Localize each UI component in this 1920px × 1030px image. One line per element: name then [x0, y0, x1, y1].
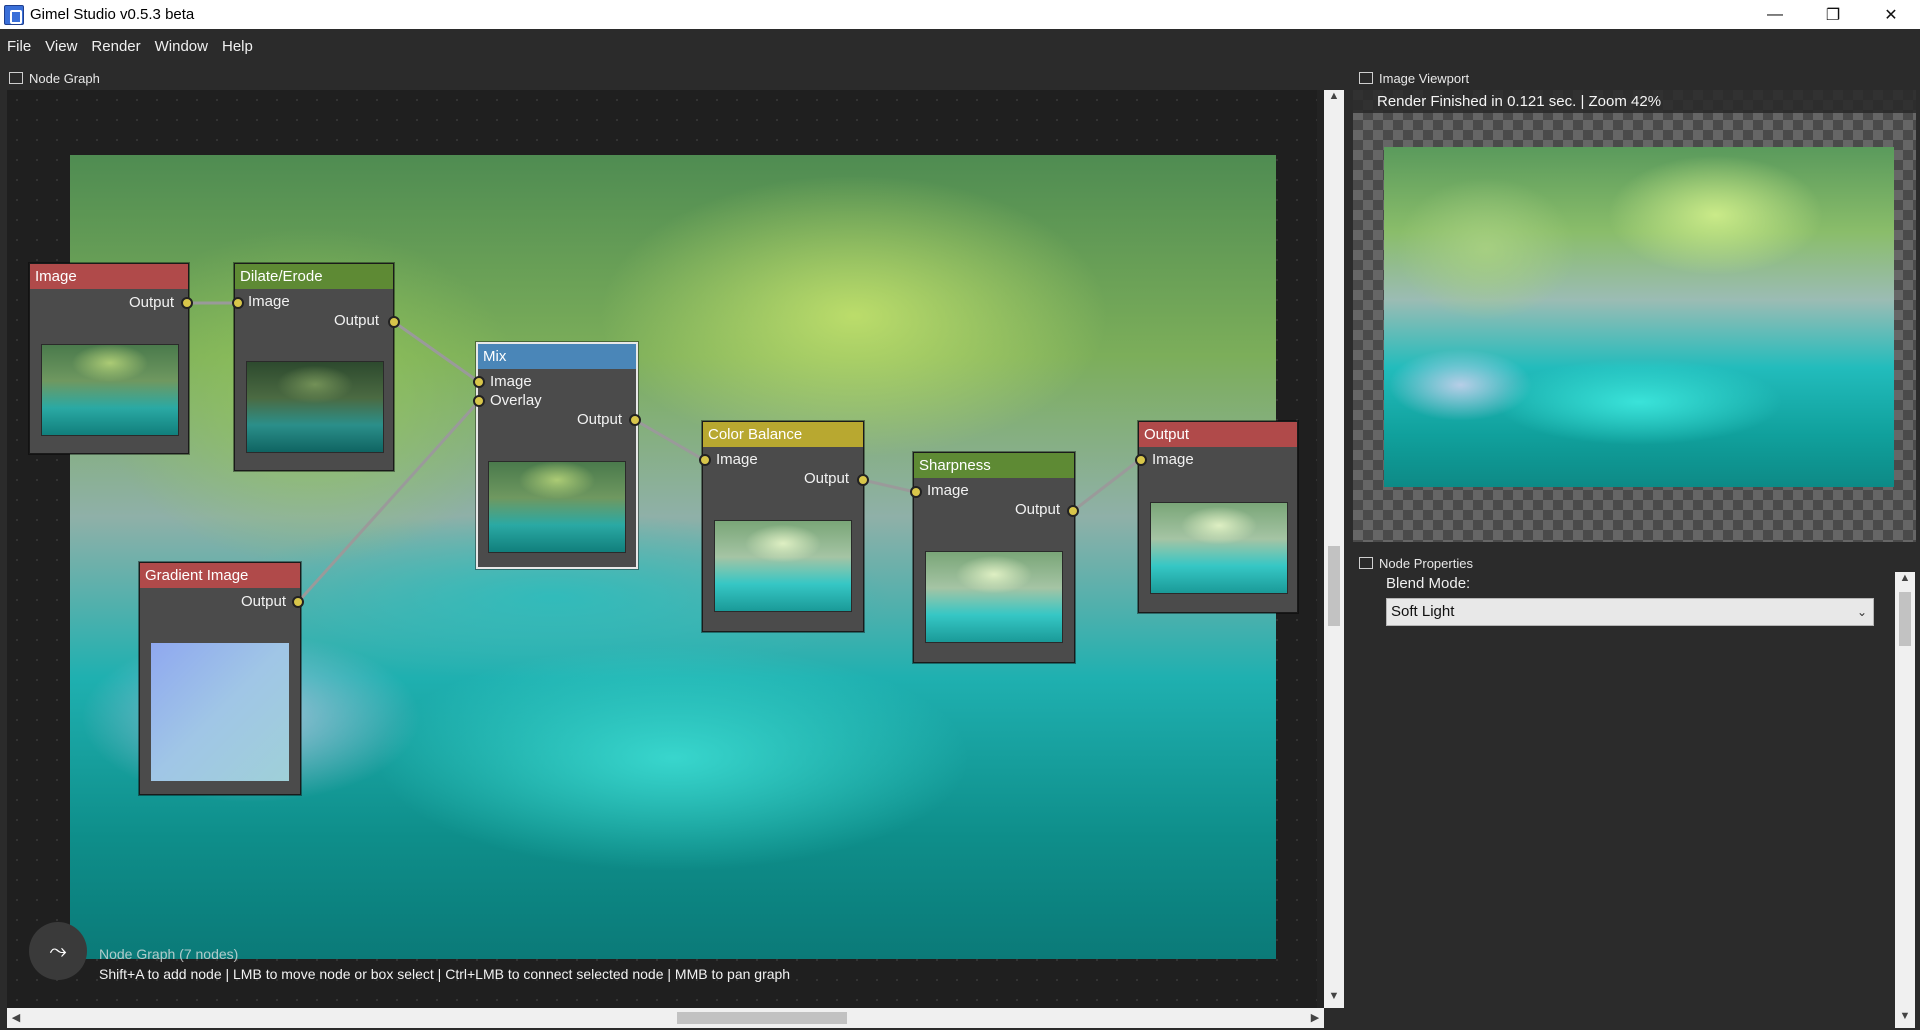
node-colorbalance-output-socket[interactable]: [857, 474, 869, 486]
node-colorbalance-preview: [714, 520, 852, 612]
node-gradient-title: Gradient Image: [140, 563, 300, 588]
menu-file[interactable]: File: [0, 38, 38, 55]
node-dilate-input-socket[interactable]: [232, 297, 244, 309]
node-connections: [187, 301, 1139, 604]
maximize-button[interactable]: ❐: [1804, 0, 1862, 29]
node-properties-panel: Blend Mode: Soft Light ⌄: [1353, 570, 1920, 1030]
blend-mode-label: Blend Mode:: [1386, 575, 1471, 592]
node-graph-hud-icon: ⤳: [29, 922, 87, 980]
rendered-image: [1384, 147, 1894, 487]
node-mix-preview: [488, 461, 626, 553]
node-dilate-output-label: Output: [333, 312, 379, 329]
node-output-title: Output: [1139, 422, 1297, 447]
node-gradient-output-socket[interactable]: [292, 596, 304, 608]
menu-bar: File View Render Window Help: [0, 29, 1920, 64]
render-status: Render Finished in 0.121 sec. | Zoom 42%: [1353, 90, 1916, 113]
node-mix-title: Mix: [478, 344, 636, 369]
node-mix-input-image-label: Image: [490, 373, 532, 390]
node-mix-output-socket[interactable]: [629, 414, 641, 426]
node-gradient-preview: [151, 643, 289, 781]
close-button[interactable]: ✕: [1862, 0, 1920, 29]
node-graph-title: Node Graph: [29, 70, 100, 86]
properties-vertical-scrollbar[interactable]: ▲ ▼: [1895, 572, 1915, 1028]
graph-horizontal-scroll-thumb[interactable]: [677, 1012, 847, 1024]
node-mix-image-socket[interactable]: [473, 376, 485, 388]
node-graph-header: Node Graph: [9, 66, 100, 90]
node-gradient-image[interactable]: Gradient Image Output: [139, 562, 301, 795]
node-graph-canvas[interactable]: Image Output Dilate/Erode Image Output G…: [7, 90, 1317, 1008]
menu-help[interactable]: Help: [215, 38, 260, 55]
graph-vertical-scroll-thumb[interactable]: [1328, 546, 1340, 626]
scroll-right-arrow-icon[interactable]: ▶: [1306, 1008, 1324, 1028]
node-sharpness-input-label: Image: [927, 482, 969, 499]
scroll-left-arrow-icon[interactable]: ◀: [7, 1008, 25, 1028]
image-viewport-title: Image Viewport: [1379, 70, 1470, 86]
node-dilate-output-socket[interactable]: [388, 316, 400, 328]
node-sharpness[interactable]: Sharpness Image Output: [913, 452, 1075, 663]
node-colorbalance-output-label: Output: [803, 470, 849, 487]
node-gradient-output-label: Output: [240, 593, 286, 610]
graph-horizontal-scrollbar[interactable]: ◀ ▶: [7, 1008, 1324, 1028]
node-colorbalance-input-label: Image: [716, 451, 758, 468]
blend-mode-select[interactable]: Soft Light ⌄: [1386, 598, 1874, 626]
node-dilate-title: Dilate/Erode: [235, 264, 393, 289]
node-color-balance[interactable]: Color Balance Image Output: [702, 421, 864, 632]
menu-render[interactable]: Render: [84, 38, 147, 55]
node-dilate-input-label: Image: [248, 293, 290, 310]
image-viewport[interactable]: Render Finished in 0.121 sec. | Zoom 42%: [1353, 90, 1916, 542]
node-mix-input-overlay-label: Overlay: [490, 392, 542, 409]
node-output-preview: [1150, 502, 1288, 594]
scroll-up-arrow-icon[interactable]: ▲: [1324, 90, 1344, 108]
node-sharpness-input-socket[interactable]: [910, 486, 922, 498]
node-image-preview: [41, 344, 179, 436]
wire-colorbalance-sharpness: [862, 478, 916, 494]
image-viewport-icon: [1359, 72, 1373, 84]
node-mix-output-label: Output: [576, 411, 622, 428]
node-sharpness-preview: [925, 551, 1063, 643]
chevron-down-icon: ⌄: [1856, 605, 1867, 619]
wire-dilate-mix: [393, 320, 480, 384]
wire-mix-colorbalance: [634, 418, 705, 462]
node-image[interactable]: Image Output: [29, 263, 189, 454]
node-output-input-label: Image: [1152, 451, 1194, 468]
props-vertical-scroll-thumb[interactable]: [1899, 592, 1911, 646]
node-properties-icon: [1359, 557, 1373, 569]
node-image-title: Image: [30, 264, 188, 289]
node-graph-panel: Image Output Dilate/Erode Image Output G…: [7, 90, 1344, 1028]
node-graph-help: Shift+A to add node | LMB to move node o…: [99, 966, 791, 982]
node-dilate-erode[interactable]: Dilate/Erode Image Output: [234, 263, 394, 471]
node-graph-count: Node Graph (7 nodes): [99, 946, 239, 962]
app-icon: [4, 4, 24, 25]
scroll-down-arrow-icon[interactable]: ▼: [1324, 990, 1344, 1008]
wire-sharpness-output: [1072, 459, 1139, 513]
menu-view[interactable]: View: [38, 38, 84, 55]
node-colorbalance-input-socket[interactable]: [699, 454, 711, 466]
node-mix-overlay-socket[interactable]: [473, 395, 485, 407]
props-scroll-down-arrow-icon[interactable]: ▼: [1895, 1010, 1915, 1028]
title-bar: Gimel Studio v0.5.3 beta — ❐ ✕: [0, 0, 1920, 29]
node-dilate-preview: [246, 361, 384, 453]
node-image-output-socket[interactable]: [181, 297, 193, 309]
node-graph-icon: [9, 72, 23, 84]
window-title: Gimel Studio v0.5.3 beta: [30, 6, 195, 23]
image-viewport-header: Image Viewport: [1359, 66, 1469, 90]
node-image-output-label: Output: [128, 294, 174, 311]
node-properties-title: Node Properties: [1379, 555, 1473, 571]
node-sharpness-title: Sharpness: [914, 453, 1074, 478]
minimize-button[interactable]: —: [1746, 0, 1804, 29]
graph-vertical-scrollbar[interactable]: ▲ ▼: [1324, 90, 1344, 1008]
node-colorbalance-title: Color Balance: [703, 422, 863, 447]
node-mix[interactable]: Mix Image Overlay Output: [476, 342, 638, 569]
menu-window[interactable]: Window: [148, 38, 215, 55]
node-sharpness-output-label: Output: [1014, 501, 1060, 518]
props-scroll-up-arrow-icon[interactable]: ▲: [1895, 572, 1915, 590]
window-controls: — ❐ ✕: [1746, 0, 1920, 29]
node-sharpness-output-socket[interactable]: [1067, 505, 1079, 517]
node-output-input-socket[interactable]: [1135, 454, 1147, 466]
node-output[interactable]: Output Image: [1138, 421, 1298, 613]
blend-mode-value: Soft Light: [1391, 603, 1455, 620]
